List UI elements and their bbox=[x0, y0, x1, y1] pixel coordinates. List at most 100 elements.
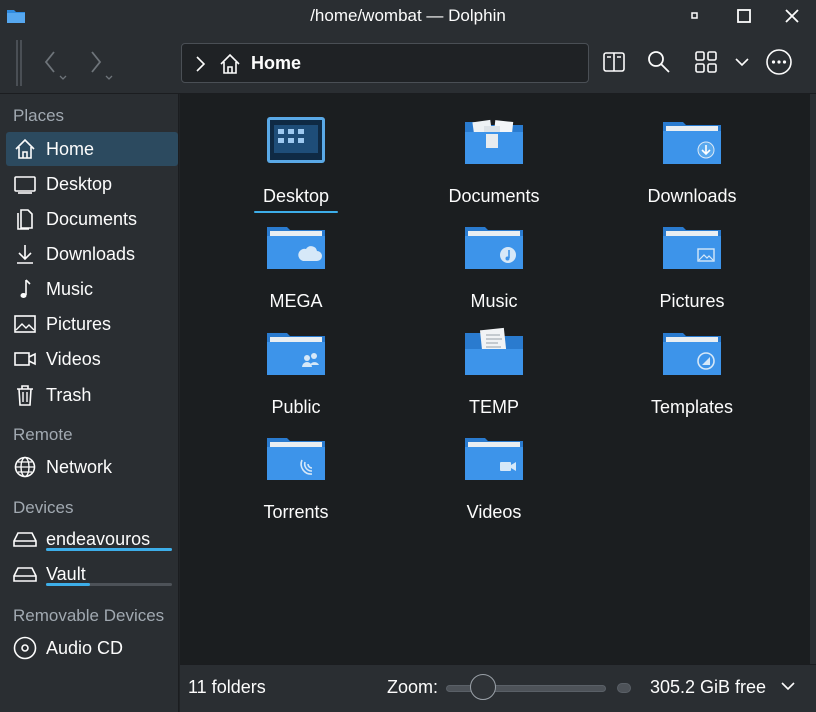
folder-name: Pictures bbox=[659, 291, 725, 311]
hamburger-more-icon bbox=[766, 49, 792, 75]
folder-name: Videos bbox=[466, 502, 522, 522]
breadcrumb-home[interactable]: Home bbox=[251, 53, 301, 74]
sidebar-item-label: Desktop bbox=[46, 173, 113, 194]
videos-folder-icon bbox=[465, 438, 523, 480]
split-view-button[interactable] bbox=[600, 48, 628, 76]
folder-item-torrents[interactable]: Torrents bbox=[216, 432, 376, 528]
desktop-icon bbox=[13, 172, 37, 196]
search-button[interactable] bbox=[645, 48, 673, 76]
folder-item-videos[interactable]: Videos bbox=[414, 432, 574, 528]
folder-item-templates[interactable]: Templates bbox=[612, 327, 772, 423]
sidebar-item-label: Music bbox=[46, 278, 94, 299]
current-item-underline bbox=[254, 211, 338, 213]
temp-folder-icon bbox=[465, 327, 523, 375]
maximize-button[interactable] bbox=[733, 5, 755, 27]
sidebar-item-label: Home bbox=[46, 138, 95, 159]
sidebar-item-network[interactable]: Network bbox=[6, 450, 178, 484]
minimize-button[interactable] bbox=[684, 5, 706, 27]
toolbar: Home bbox=[0, 32, 816, 94]
sidebar-item-label: Downloads bbox=[46, 243, 136, 264]
folder-name: MEGA bbox=[269, 291, 323, 311]
network-icon bbox=[13, 455, 37, 479]
downloads-folder-icon bbox=[663, 122, 721, 164]
free-space-label[interactable]: 305.2 GiB free bbox=[650, 677, 766, 698]
places-panel: Places Home Desktop Documents Downloads … bbox=[0, 94, 179, 712]
location-bar[interactable]: Home bbox=[181, 43, 589, 83]
item-count: 11 folders bbox=[188, 677, 266, 697]
public-folder-icon bbox=[267, 333, 325, 375]
folder-name: Desktop bbox=[262, 186, 330, 206]
capacity-bar-endeavouros bbox=[46, 548, 172, 551]
folder-item-downloads[interactable]: Downloads bbox=[612, 116, 772, 212]
pictures-folder-icon bbox=[663, 227, 721, 269]
music-folder-icon bbox=[465, 227, 523, 269]
minimize-icon bbox=[691, 12, 698, 19]
chevron-down-icon[interactable] bbox=[780, 681, 796, 691]
chevron-right-icon bbox=[196, 56, 206, 72]
videos-icon bbox=[13, 347, 37, 371]
sidebar-item-downloads[interactable]: Downloads bbox=[6, 237, 178, 271]
grid-view-icon bbox=[695, 51, 717, 73]
folder-item-public[interactable]: Public bbox=[216, 327, 376, 423]
home-icon bbox=[13, 137, 37, 161]
chevron-down-icon bbox=[735, 58, 749, 67]
folder-item-desktop[interactable]: Desktop bbox=[216, 116, 376, 213]
folder-name: Downloads bbox=[647, 186, 737, 206]
title-bar: /home/wombat — Dolphin bbox=[0, 0, 816, 32]
sidebar-item-pictures[interactable]: Pictures bbox=[6, 307, 178, 341]
file-view[interactable]: Desktop Documents Downloads MEGA Music P… bbox=[180, 94, 810, 664]
music-icon bbox=[13, 277, 37, 301]
zoom-slider-end bbox=[617, 683, 631, 693]
sidebar-item-music[interactable]: Music bbox=[6, 272, 178, 306]
pictures-icon bbox=[13, 312, 37, 336]
remote-section-label: Remote bbox=[13, 425, 73, 444]
folder-name: Torrents bbox=[263, 502, 329, 522]
maximize-icon bbox=[737, 9, 751, 23]
folder-item-mega[interactable]: MEGA bbox=[216, 221, 376, 317]
sidebar-item-label: Audio CD bbox=[46, 637, 124, 658]
sidebar-item-label: Videos bbox=[46, 348, 101, 369]
chevron-left-icon bbox=[44, 51, 67, 80]
sidebar-item-home[interactable]: Home bbox=[6, 132, 178, 166]
folder-item-pictures[interactable]: Pictures bbox=[612, 221, 772, 317]
sidebar-item-videos[interactable]: Videos bbox=[6, 342, 178, 376]
close-icon bbox=[785, 9, 799, 23]
view-mode-button[interactable] bbox=[692, 48, 720, 76]
search-icon bbox=[648, 51, 670, 73]
places-section-label: Places bbox=[13, 106, 65, 125]
sidebar-item-trash[interactable]: Trash bbox=[6, 378, 178, 412]
zoom-slider-handle[interactable] bbox=[470, 674, 496, 700]
folder-item-music[interactable]: Music bbox=[414, 221, 574, 317]
capacity-fill bbox=[46, 548, 172, 551]
drive-icon bbox=[13, 527, 37, 551]
home-icon bbox=[220, 53, 240, 74]
folder-item-temp[interactable]: TEMP bbox=[414, 327, 574, 423]
documents-icon bbox=[13, 207, 37, 231]
removable-section-label: Removable Devices bbox=[13, 606, 165, 625]
sidebar-item-documents[interactable]: Documents bbox=[6, 202, 178, 236]
documents-folder-icon bbox=[465, 119, 523, 164]
torrents-folder-icon bbox=[267, 438, 325, 480]
sidebar-item-label: Trash bbox=[46, 384, 92, 405]
toolbar-grip[interactable] bbox=[16, 40, 22, 86]
folder-item-documents[interactable]: Documents bbox=[414, 116, 574, 212]
view-frame-edge bbox=[810, 94, 816, 664]
folder-name: Documents bbox=[448, 186, 540, 206]
folder-name: Music bbox=[470, 291, 518, 311]
view-mode-dropdown[interactable] bbox=[728, 48, 756, 76]
split-view-icon bbox=[603, 52, 625, 72]
forward-button[interactable] bbox=[86, 46, 122, 82]
back-button[interactable] bbox=[40, 46, 76, 82]
templates-folder-icon bbox=[663, 333, 721, 375]
folder-name: TEMP bbox=[468, 397, 519, 417]
menu-button[interactable] bbox=[765, 48, 793, 76]
drive-icon bbox=[13, 562, 37, 586]
cd-icon bbox=[13, 636, 37, 660]
sidebar-item-label: Pictures bbox=[46, 313, 112, 334]
cloud-folder-icon bbox=[267, 227, 325, 269]
sidebar-item-desktop[interactable]: Desktop bbox=[6, 167, 178, 201]
sidebar-item-audio-cd[interactable]: Audio CD bbox=[6, 631, 178, 665]
close-button[interactable] bbox=[781, 5, 803, 27]
devices-section-label: Devices bbox=[13, 498, 74, 517]
download-icon bbox=[13, 242, 37, 266]
